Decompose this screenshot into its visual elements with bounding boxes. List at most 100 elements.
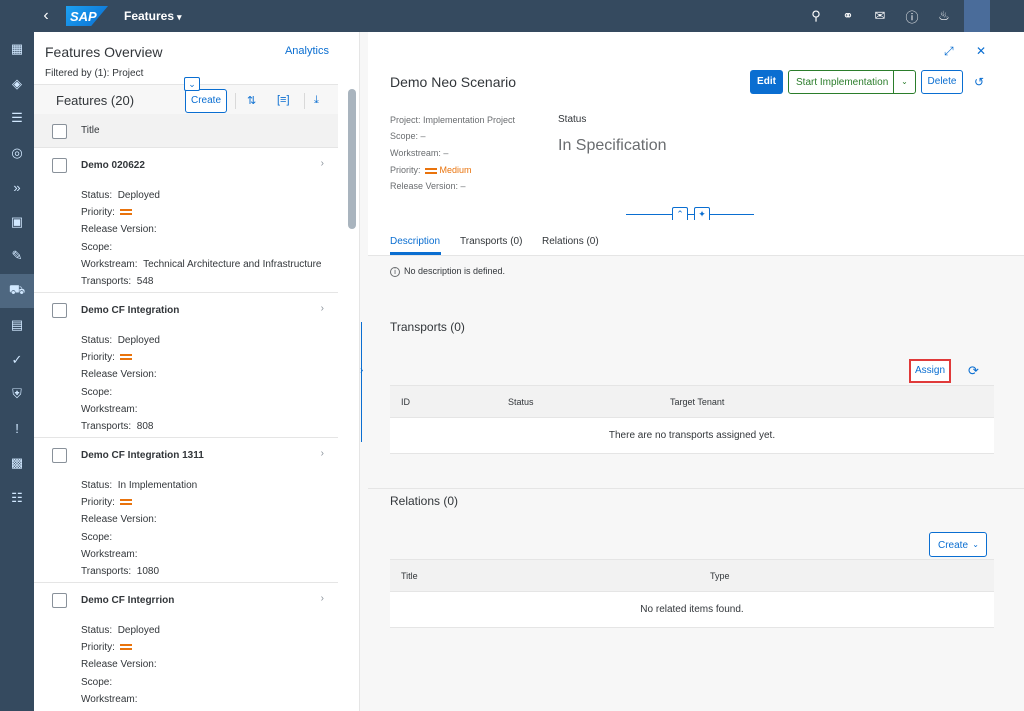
item-checkbox[interactable] (52, 448, 67, 463)
relations-create-label: Create (938, 540, 969, 551)
scope-meta: Scope: – (390, 131, 426, 141)
org-icon[interactable]: ☷ (0, 481, 34, 516)
item-transports: Transports: 808 (81, 421, 154, 432)
description-empty: i No description is defined. (390, 266, 505, 277)
medium-priority-icon (119, 644, 132, 651)
app-title-menu[interactable]: Features ▾ (124, 9, 182, 23)
item-workstream: Workstream: Technical Architecture and I… (81, 259, 322, 270)
table-header: ID Status Target Tenant (390, 385, 994, 418)
bell-icon[interactable]: ♨ (928, 8, 960, 24)
column-title: Title (81, 125, 100, 136)
chevron-right-icon[interactable]: › (360, 365, 363, 376)
shield-icon[interactable]: ⛨ (0, 377, 34, 412)
object-title: Demo Neo Scenario (390, 74, 517, 90)
item-priority: Priority: (81, 497, 132, 508)
forward-icon[interactable]: » (0, 170, 34, 205)
chevron-right-icon: › (320, 593, 324, 604)
medium-priority-icon (119, 209, 132, 216)
download-icon[interactable]: ⤓ (314, 94, 319, 107)
alert-icon[interactable]: ! (0, 412, 34, 447)
list-item[interactable]: Demo CF Integrrion › Status: Deployed Pr… (34, 583, 338, 711)
item-scope: Scope: (81, 387, 113, 398)
tab-transports[interactable]: Transports (0) (460, 236, 522, 247)
project-meta: Project: Implementation Project (390, 115, 516, 125)
refresh-icon[interactable]: ⟳ (968, 363, 979, 379)
item-checkbox[interactable] (52, 593, 67, 608)
feature-detail-panel: ⤢ ✕ Demo Neo Scenario Edit Start Impleme… (368, 32, 1024, 711)
item-title: Demo 020622 (81, 160, 145, 171)
start-implementation-label: Start Implementation (796, 77, 889, 88)
item-status: Status: Deployed (81, 335, 160, 346)
chevron-down-icon[interactable]: ⌄ (893, 71, 915, 93)
transports-table: ID Status Target Tenant There are no tra… (390, 385, 994, 454)
relations-table: Title Type No related items found. (390, 559, 994, 628)
back-icon[interactable]: ‹ (32, 7, 60, 25)
list-item[interactable]: Demo 020622 › Status: Deployed Priority:… (34, 148, 338, 293)
column-title: Title (401, 571, 418, 581)
headset-icon[interactable]: ⚭ (832, 8, 864, 24)
item-transports: Transports: 1080 (81, 566, 160, 577)
close-icon[interactable]: ✕ (976, 44, 986, 58)
features-count: Features (20) (56, 93, 135, 108)
item-checkbox[interactable] (52, 158, 67, 173)
splitter-grip[interactable] (361, 322, 367, 442)
select-all-checkbox[interactable] (52, 124, 67, 139)
item-release: Release Version: (81, 514, 157, 525)
history-icon[interactable]: ↺ (974, 75, 984, 89)
avatar[interactable] (964, 0, 990, 32)
item-status: Status: Deployed (81, 190, 160, 201)
relations-empty: No related items found. (390, 592, 994, 628)
item-workstream: Workstream: (81, 549, 138, 560)
tab-selected-indicator (390, 252, 441, 255)
relations-create-button[interactable]: Create ⌄ (929, 532, 987, 557)
clipboard-icon[interactable]: ▤ (0, 308, 34, 343)
column-type: Type (710, 571, 730, 581)
cube-icon[interactable]: ◈ (0, 67, 34, 102)
transports-section-title: Transports (0) (390, 320, 465, 334)
truck-icon[interactable]: ⛟ (0, 273, 34, 308)
column-id: ID (401, 397, 410, 407)
screen-icon[interactable]: ▣ (0, 205, 34, 240)
collapse-header-button[interactable]: ⌄ (184, 77, 200, 91)
sort-icon[interactable]: ⇅ (247, 94, 256, 107)
item-priority: Priority: (81, 642, 132, 653)
shell-bar: ‹ SAP Features ▾ ⚲ ⚭ ✉ ⓘ ♨ (0, 0, 1024, 32)
checklist-icon[interactable]: ☰ (0, 101, 34, 136)
info-icon: i (390, 267, 400, 277)
assign-button[interactable]: Assign (909, 359, 951, 383)
dashboard-icon[interactable]: ▦ (0, 32, 34, 67)
list-item[interactable]: Demo CF Integration 1311 › Status: In Im… (34, 438, 338, 583)
item-release: Release Version: (81, 224, 157, 235)
report-icon[interactable]: ▩ (0, 446, 34, 481)
tab-description[interactable]: Description (390, 236, 440, 247)
tab-relations[interactable]: Relations (0) (542, 236, 599, 247)
item-workstream: Workstream: (81, 404, 138, 415)
medium-priority-icon (425, 167, 438, 174)
item-release: Release Version: (81, 369, 157, 380)
item-checkbox[interactable] (52, 303, 67, 318)
delete-button[interactable]: Delete (921, 70, 963, 94)
sap-logo[interactable]: SAP (66, 6, 108, 26)
edit-button[interactable]: Edit (750, 70, 783, 94)
list-item[interactable]: Demo CF Integration › Status: Deployed P… (34, 293, 338, 438)
status-label: Status (558, 114, 587, 125)
chat-icon[interactable]: ✉ (864, 8, 896, 24)
start-implementation-button[interactable]: Start Implementation ⌄ (788, 70, 916, 94)
help-icon[interactable]: ⓘ (896, 7, 928, 26)
group-icon[interactable]: [≡] (277, 94, 290, 106)
caret-down-icon: ▾ (177, 12, 182, 22)
fullscreen-icon[interactable]: ⤢ (944, 44, 954, 59)
features-list: Features (20) Create ⇅ [≡] ⤓ Title Demo … (34, 84, 338, 711)
splitter[interactable]: › (360, 32, 368, 711)
clipboard-check-icon[interactable]: ✓ (0, 343, 34, 378)
search-icon[interactable]: ⚲ (800, 8, 832, 24)
analytics-link[interactable]: Analytics (285, 45, 329, 57)
scrollbar[interactable] (348, 89, 356, 229)
edit-icon[interactable]: ✎ (0, 239, 34, 274)
item-title: Demo CF Integration 1311 (81, 450, 204, 461)
target-icon[interactable]: ◎ (0, 136, 34, 171)
workstream-meta: Workstream: – (390, 148, 449, 158)
object-header: ⤢ ✕ Demo Neo Scenario Edit Start Impleme… (368, 32, 1024, 222)
chevron-right-icon: › (320, 158, 324, 169)
create-button[interactable]: Create (185, 89, 227, 113)
